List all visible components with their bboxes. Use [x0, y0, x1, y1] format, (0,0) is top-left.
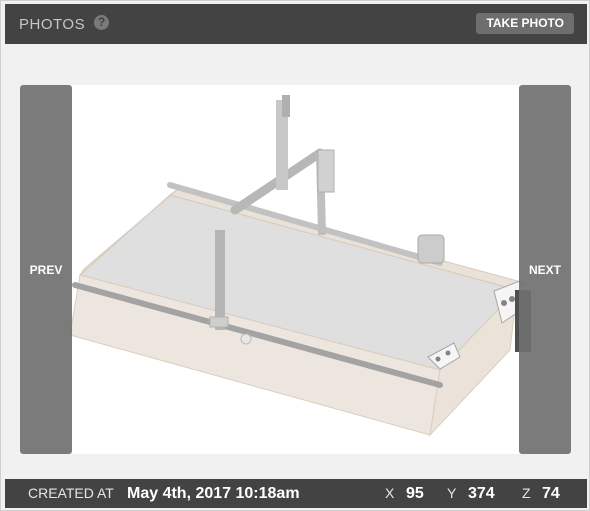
photos-widget: PHOTOS ? TAKE PHOTO PREV NEXT CREATED AT…: [0, 0, 590, 511]
help-icon[interactable]: ?: [94, 15, 109, 30]
x-coord-value: 95: [406, 485, 424, 502]
y-coord-value: 374: [468, 485, 495, 502]
take-photo-button[interactable]: TAKE PHOTO: [476, 13, 574, 34]
x-coord-label: X: [385, 485, 395, 501]
photo-metadata-bar: CREATED AT May 4th, 2017 10:18am X 95 Y …: [5, 479, 587, 508]
z-coord-label: Z: [522, 485, 531, 501]
y-coord-label: Y: [447, 485, 457, 501]
farmbot-photo: [69, 95, 531, 437]
created-at-label: CREATED AT: [28, 485, 114, 501]
created-at-value: May 4th, 2017 10:18am: [127, 485, 300, 502]
next-button[interactable]: NEXT: [519, 85, 571, 454]
photo-viewer: PREV NEXT: [20, 85, 571, 454]
prev-button[interactable]: PREV: [20, 85, 72, 454]
z-coord-value: 74: [542, 485, 560, 502]
photos-header: PHOTOS ? TAKE PHOTO: [5, 4, 587, 44]
header-title: PHOTOS: [19, 16, 86, 33]
